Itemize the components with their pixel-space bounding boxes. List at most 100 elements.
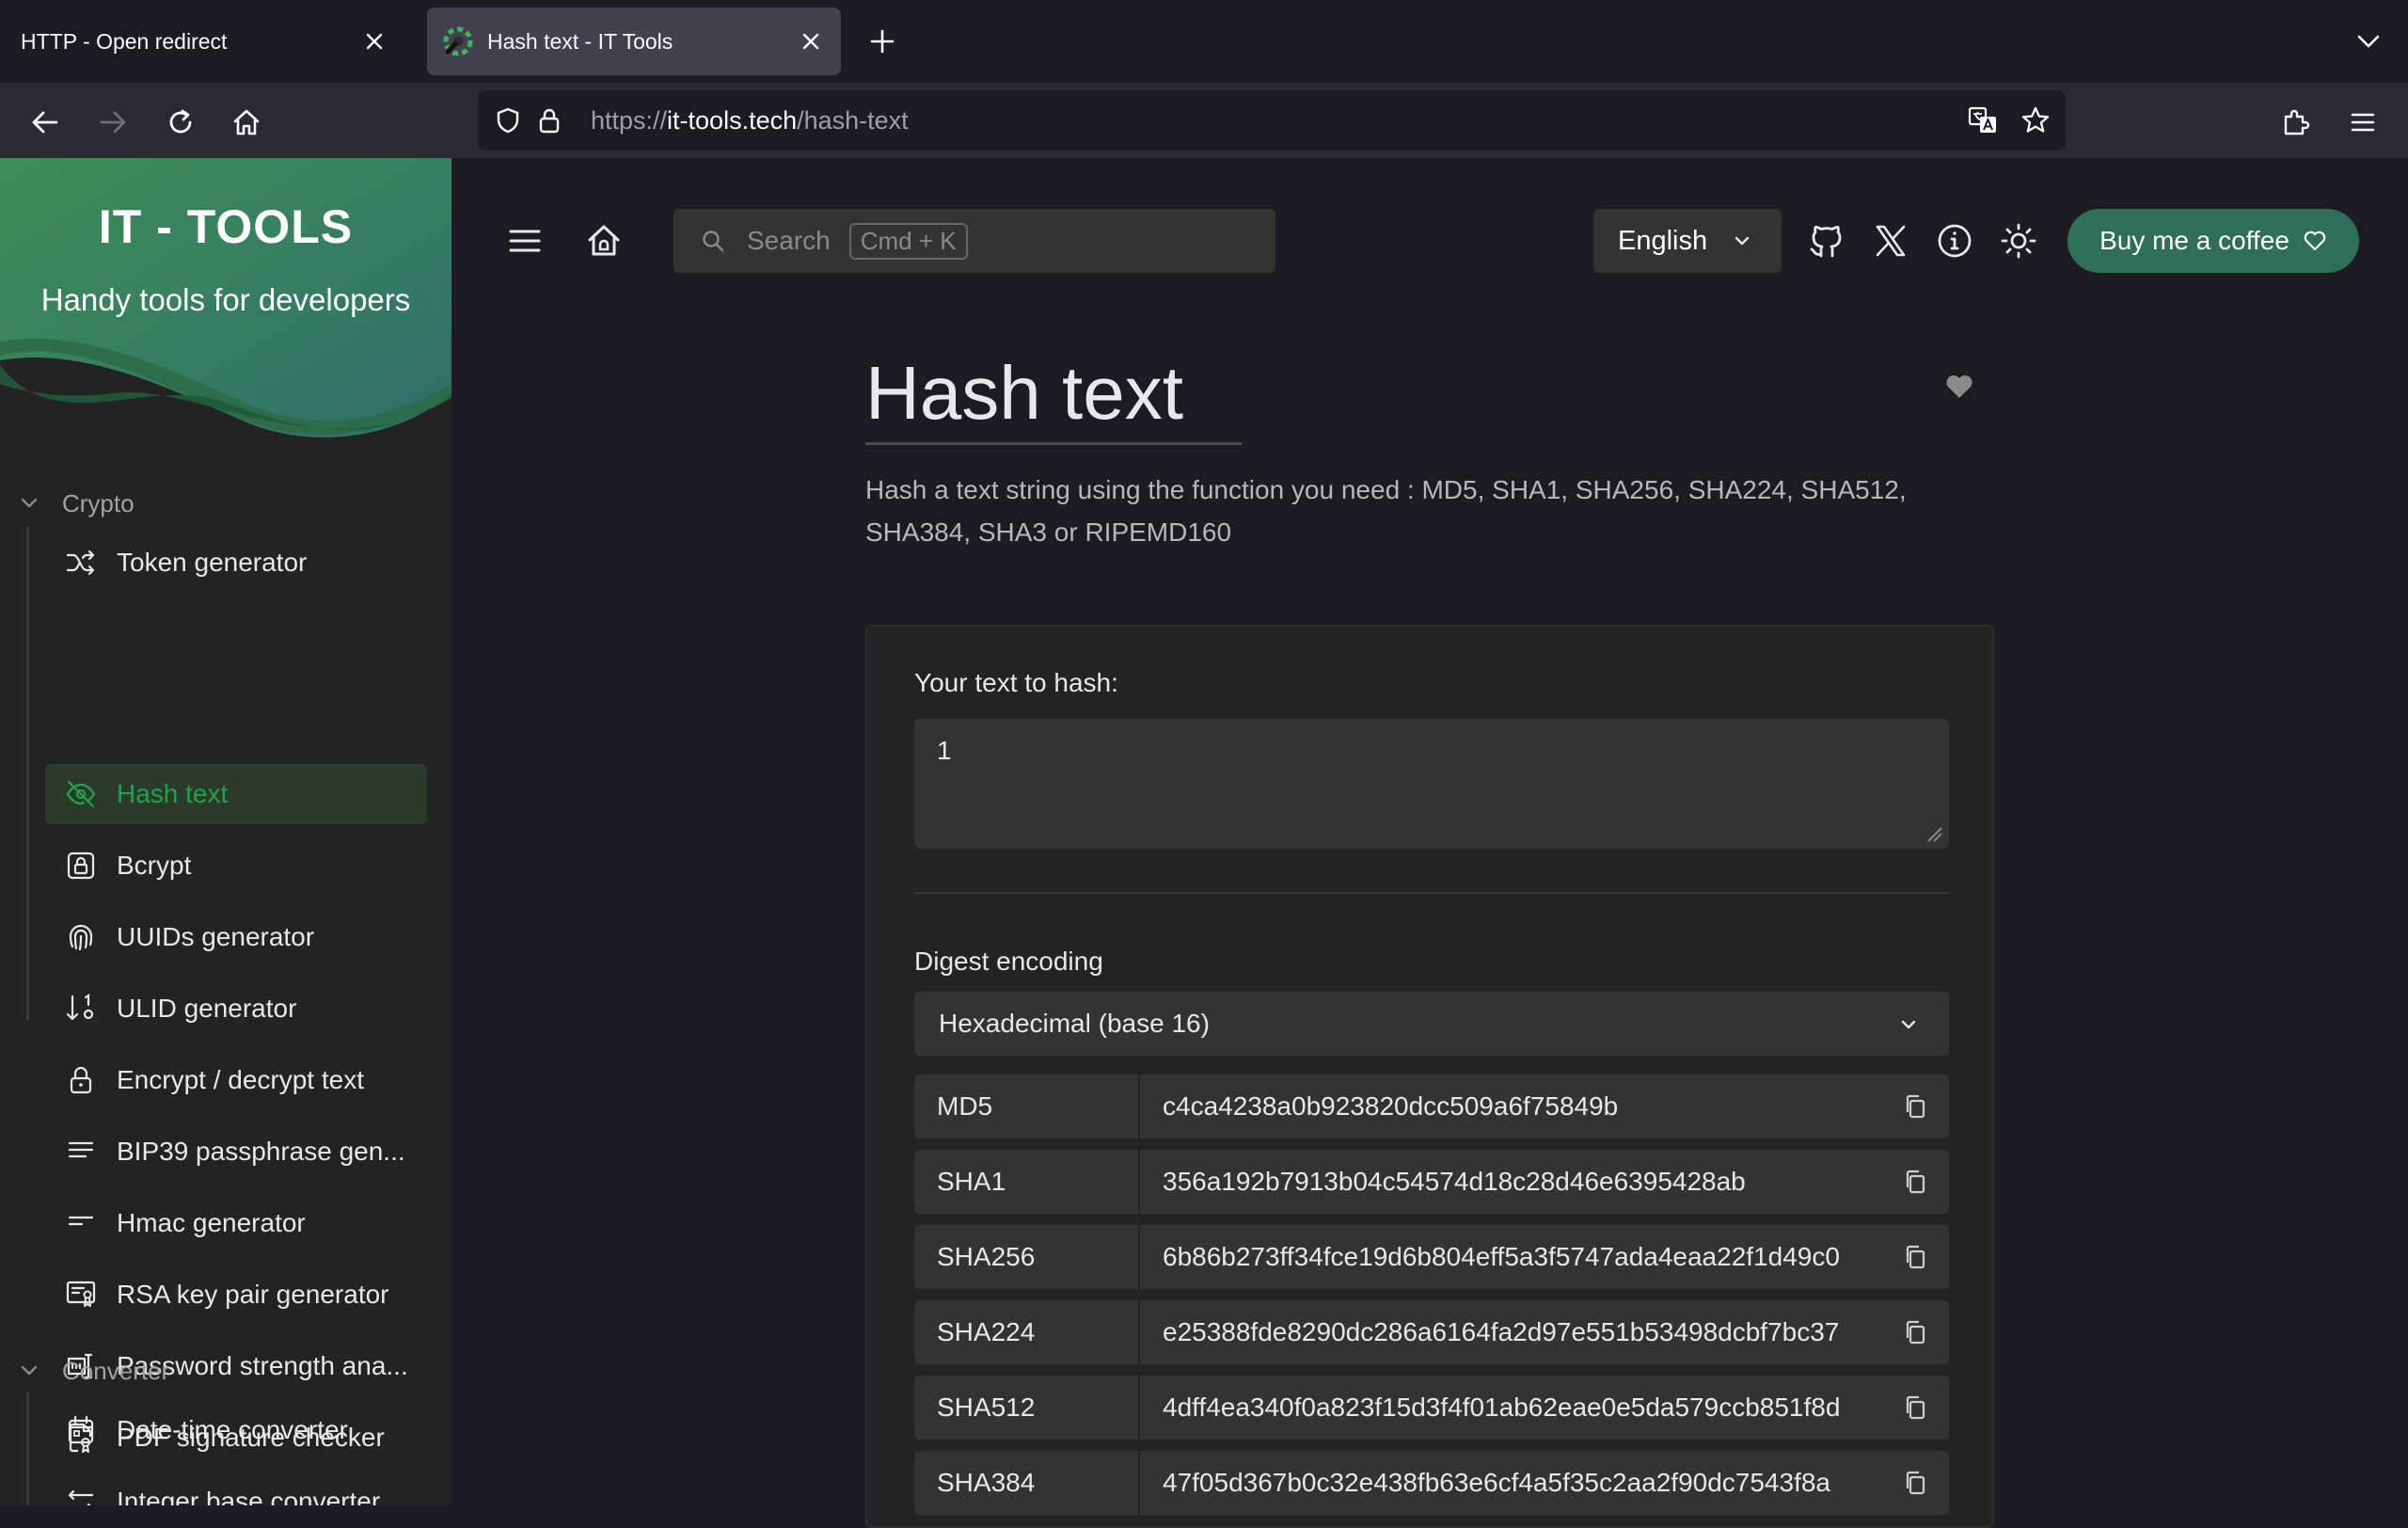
sidebar-item-encrypt-decrypt-text[interactable]: Encrypt / decrypt text — [45, 1050, 427, 1110]
hash-row-sha224: SHA224 e25388fde8290dc286a6164fa2d97e551… — [914, 1300, 1949, 1364]
hash-output[interactable]: 4dff4ea340f0a823f15d3f4f01ab62eae0e5da57… — [1138, 1376, 1949, 1440]
url-scheme: https:// — [591, 105, 668, 135]
browser-toolbar: https://it-tools.tech/hash-text — [0, 83, 2408, 158]
textarea-value: 1 — [937, 736, 952, 765]
copy-icon[interactable] — [1898, 1315, 1932, 1349]
bookmark-star-icon[interactable] — [2015, 100, 2056, 141]
sidebar-item-ulid-generator[interactable]: ULID generator — [45, 979, 427, 1039]
language-select[interactable]: English — [1593, 209, 1782, 273]
tab-title: HTTP - Open redirect — [21, 28, 228, 54]
search-placeholder: Search — [747, 226, 831, 255]
sidebar-item-bcrypt[interactable]: Bcrypt — [45, 836, 427, 896]
url-path: /hash-text — [797, 105, 909, 135]
chevron-down-icon — [21, 1365, 38, 1376]
calendar-icon — [62, 1411, 100, 1449]
menu-group-converter[interactable]: Converter — [0, 1347, 452, 1394]
digest-encoding-select[interactable]: Hexadecimal (base 16) — [914, 992, 1949, 1056]
sidebar-item-label: UUIDs generator — [117, 922, 315, 951]
favorite-heart-icon[interactable] — [1943, 371, 1975, 403]
fingerprint-icon — [62, 918, 100, 956]
hash-value: c4ca4238a0b923820dcc509a6f75849b — [1163, 1091, 1619, 1121]
copy-icon[interactable] — [1898, 1090, 1932, 1123]
menu-toggle-icon[interactable] — [502, 218, 547, 263]
sort-numbers-icon — [62, 990, 100, 1027]
forward-arrow-icon[interactable] — [90, 100, 135, 145]
hash-value: 6b86b273ff34fce19d6b804eff5a3f5747ada4ea… — [1163, 1242, 1840, 1271]
hash-value: 47f05d367b0c32e438fb63e6cf4a5f35c2aa2f90… — [1163, 1468, 1830, 1497]
close-tab-icon[interactable] — [790, 21, 832, 62]
x-twitter-icon[interactable] — [1868, 218, 1913, 263]
sidebar-item-integer-base-converter[interactable]: Integer base converter — [45, 1472, 427, 1505]
github-icon[interactable] — [1804, 218, 1849, 263]
sidebar-item-label: Token generator — [117, 548, 308, 577]
hash-output[interactable]: c4ca4238a0b923820dcc509a6f75849b — [1138, 1074, 1949, 1138]
sidebar-item-label: ULID generator — [117, 994, 297, 1023]
heart-icon — [2304, 231, 2326, 251]
it-tools-favicon-icon — [442, 25, 474, 57]
home-icon[interactable] — [224, 100, 269, 145]
coffee-button-label: Buy me a coffee — [2099, 226, 2289, 255]
sidebar-item-label: Date-time converter — [117, 1415, 348, 1444]
page-description: Hash a text string using the function yo… — [865, 475, 1907, 547]
title-underline — [865, 442, 1242, 445]
menu-group-crypto[interactable]: Crypto — [0, 480, 452, 527]
sidebar-item-label: Encrypt / decrypt text — [117, 1065, 364, 1094]
back-arrow-icon[interactable] — [23, 100, 68, 145]
sidebar-item-date-time-converter[interactable]: Date-time converter — [45, 1400, 427, 1460]
browser-tab-hash-text[interactable]: Hash text - IT Tools — [427, 8, 841, 75]
theme-sun-icon[interactable] — [1996, 218, 2041, 263]
search-input[interactable]: Search Cmd + K — [673, 209, 1275, 273]
info-icon[interactable] — [1932, 218, 1977, 263]
sidebar-item-hash-text[interactable]: Hash text — [45, 764, 427, 824]
sidebar-item-hmac-generator[interactable]: Hmac generator — [45, 1193, 427, 1253]
new-tab-plus-icon[interactable] — [862, 21, 903, 62]
close-tab-icon[interactable] — [354, 21, 395, 62]
hash-output[interactable]: 6b86b273ff34fce19d6b804eff5a3f5747ada4ea… — [1138, 1225, 1949, 1289]
copy-icon[interactable] — [1898, 1240, 1932, 1274]
sidebar-item-rsa-key-pair-generator[interactable]: RSA key pair generator — [45, 1265, 427, 1325]
copy-icon[interactable] — [1898, 1165, 1932, 1199]
sidebar-item-token-generator[interactable]: Token generator — [45, 533, 427, 593]
shield-icon[interactable] — [487, 100, 529, 141]
main-content: Hash text Hash a text string using the f… — [452, 324, 2408, 1528]
lock-icon[interactable] — [529, 100, 570, 141]
extensions-puzzle-icon[interactable] — [2273, 100, 2318, 145]
copy-icon[interactable] — [1898, 1391, 1932, 1425]
hash-value: 356a192b7913b04c54574d18c28d46e6395428ab — [1163, 1167, 1746, 1196]
encoding-value: Hexadecimal (base 16) — [939, 1009, 1210, 1038]
lock-icon — [62, 1061, 100, 1099]
browser-tab-open-redirect[interactable]: HTTP - Open redirect — [6, 8, 404, 75]
menu-group-label: Converter — [62, 1356, 170, 1385]
url-host: it-tools.tech — [667, 105, 798, 135]
text-to-hash-textarea[interactable]: 1 — [914, 719, 1949, 849]
chevron-down-icon — [1901, 1020, 1916, 1029]
sidebar-item-label: RSA key pair generator — [117, 1280, 389, 1309]
language-value: English — [1618, 225, 1708, 256]
resize-handle-icon[interactable] — [1923, 822, 1943, 843]
chevron-down-icon[interactable] — [2348, 21, 2389, 62]
page-title: Hash text — [865, 351, 1183, 435]
hash-algorithm-label: SHA1 — [914, 1150, 1138, 1214]
hash-output[interactable]: 356a192b7913b04c54574d18c28d46e6395428ab — [1138, 1150, 1949, 1214]
hash-output[interactable]: e25388fde8290dc286a6164fa2d97e551b53498d… — [1138, 1300, 1949, 1364]
sidebar-item-uuids-generator[interactable]: UUIDs generator — [45, 907, 427, 967]
sidebar-item-bip39-passphrase[interactable]: BIP39 passphrase gen... — [45, 1122, 427, 1182]
address-bar[interactable]: https://it-tools.tech/hash-text — [478, 90, 2066, 151]
sidebar-item-label: Hmac generator — [117, 1208, 306, 1237]
hash-algorithm-label: SHA256 — [914, 1225, 1138, 1289]
hash-algorithm-label: SHA224 — [914, 1300, 1138, 1364]
hash-row-sha512: SHA512 4dff4ea340f0a823f15d3f4f01ab62eae… — [914, 1376, 1949, 1440]
hamburger-menu-icon[interactable] — [2340, 100, 2385, 145]
arrows-left-right-icon — [62, 1483, 100, 1505]
tab-title: Hash text - IT Tools — [487, 28, 673, 54]
divider — [914, 892, 1949, 894]
search-shortcut-badge: Cmd + K — [848, 222, 968, 260]
eye-off-icon — [62, 775, 100, 813]
copy-icon[interactable] — [1898, 1466, 1932, 1500]
translate-icon[interactable] — [1962, 100, 2004, 141]
reload-icon[interactable] — [158, 100, 203, 145]
shuffle-icon — [62, 544, 100, 581]
encoding-label: Digest encoding — [914, 947, 1103, 976]
buy-me-a-coffee-button[interactable]: Buy me a coffee — [2067, 209, 2359, 273]
home-icon[interactable] — [581, 218, 626, 263]
